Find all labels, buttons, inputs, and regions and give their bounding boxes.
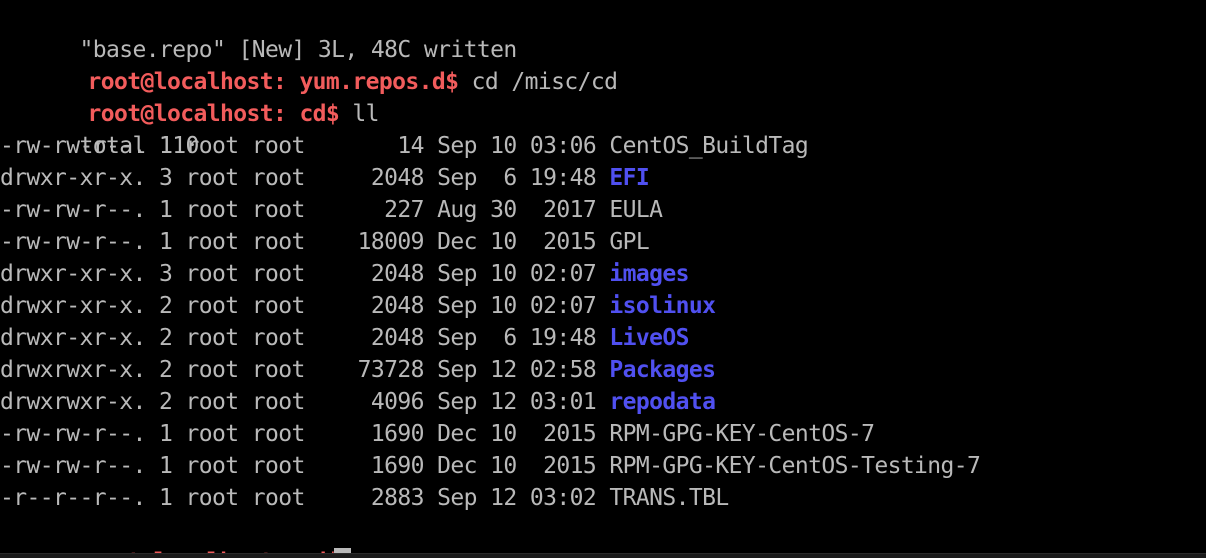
listing-directory-name: repodata xyxy=(609,389,716,415)
listing-directory-name: images xyxy=(609,261,689,287)
listing-row-meta: -rw-rw-r--. 1 root root 18009 Dec 10 201… xyxy=(0,229,610,255)
listing-directory-name: Packages xyxy=(609,357,716,383)
status-line-text: "base.repo" [New] 3L, 48C written xyxy=(79,37,517,63)
listing-row: -rw-rw-r--. 1 root root 1690 Dec 10 2015… xyxy=(0,418,1206,450)
terminal-screen[interactable]: "base.repo" [New] 3L, 48C written root@l… xyxy=(0,2,1206,558)
listing-row: drwxr-xr-x. 2 root root 2048 Sep 6 19:48… xyxy=(0,322,1206,354)
listing-file-name: RPM-GPG-KEY-CentOS-7 xyxy=(609,421,875,447)
listing-row: -rw-rw-r--. 1 root root 18009 Dec 10 201… xyxy=(0,226,1206,258)
listing-row-meta: -r--r--r--. 1 root root 2883 Sep 12 03:0… xyxy=(0,485,610,511)
listing-directory-name: EFI xyxy=(609,165,650,191)
listing-row-meta: drwxrwxr-x. 2 root root 73728 Sep 12 02:… xyxy=(0,357,610,383)
command-text-2: ll xyxy=(339,101,379,127)
listing-row-meta: drwxr-xr-x. 2 root root 2048 Sep 6 19:48 xyxy=(0,325,610,351)
status-line: "base.repo" [New] 3L, 48C written xyxy=(0,2,1206,63)
listing-row-meta: -rw-rw-r--. 1 root root 1690 Dec 10 2015 xyxy=(0,453,610,479)
listing-row-meta: drwxr-xr-x. 3 root root 2048 Sep 6 19:48 xyxy=(0,165,610,191)
command-text-1: cd /misc/cd xyxy=(458,69,618,95)
shell-prompt-2: root@localhost: cd$ xyxy=(87,101,340,127)
listing-file-name: EULA xyxy=(609,197,663,223)
listing-directory-name: isolinux xyxy=(609,293,716,319)
listing-directory-name: LiveOS xyxy=(609,325,689,351)
listing-row-meta: -rw-rw-r--. 1 root root 14 Sep 10 03:06 xyxy=(0,133,610,159)
listing-file-name: TRANS.TBL xyxy=(609,485,729,511)
listing-row-meta: drwxr-xr-x. 3 root root 2048 Sep 10 02:0… xyxy=(0,261,610,287)
listing-row: drwxr-xr-x. 2 root root 2048 Sep 10 02:0… xyxy=(0,290,1206,322)
window-bottom-border xyxy=(0,553,1206,558)
listing-row-meta: -rw-rw-r--. 1 root root 1690 Dec 10 2015 xyxy=(0,421,610,447)
shell-prompt-1: root@localhost: yum.repos.d$ xyxy=(87,69,459,95)
listing-row: drwxr-xr-x. 3 root root 2048 Sep 10 02:0… xyxy=(0,258,1206,290)
listing-file-name: GPL xyxy=(609,229,650,255)
listing-row: -rw-rw-r--. 1 root root 14 Sep 10 03:06 … xyxy=(0,130,1206,162)
listing-row: -rw-rw-r--. 1 root root 227 Aug 30 2017 … xyxy=(0,194,1206,226)
directory-listing: -rw-rw-r--. 1 root root 14 Sep 10 03:06 … xyxy=(0,130,1206,514)
command-line-idle: root@localhost: cd$ xyxy=(0,514,1206,558)
listing-row: -rw-rw-r--. 1 root root 1690 Dec 10 2015… xyxy=(0,450,1206,482)
listing-file-name: CentOS_BuildTag xyxy=(609,133,809,159)
listing-file-name: RPM-GPG-KEY-CentOS-Testing-7 xyxy=(609,453,981,479)
listing-row: drwxr-xr-x. 3 root root 2048 Sep 6 19:48… xyxy=(0,162,1206,194)
listing-row-meta: -rw-rw-r--. 1 root root 227 Aug 30 2017 xyxy=(0,197,610,223)
listing-row: -r--r--r--. 1 root root 2883 Sep 12 03:0… xyxy=(0,482,1206,514)
listing-row-meta: drwxrwxr-x. 2 root root 4096 Sep 12 03:0… xyxy=(0,389,610,415)
listing-row-meta: drwxr-xr-x. 2 root root 2048 Sep 10 02:0… xyxy=(0,293,610,319)
listing-row: drwxrwxr-x. 2 root root 73728 Sep 12 02:… xyxy=(0,354,1206,386)
listing-row: drwxrwxr-x. 2 root root 4096 Sep 12 03:0… xyxy=(0,386,1206,418)
terminal-window[interactable]: "base.repo" [New] 3L, 48C written root@l… xyxy=(0,0,1206,558)
